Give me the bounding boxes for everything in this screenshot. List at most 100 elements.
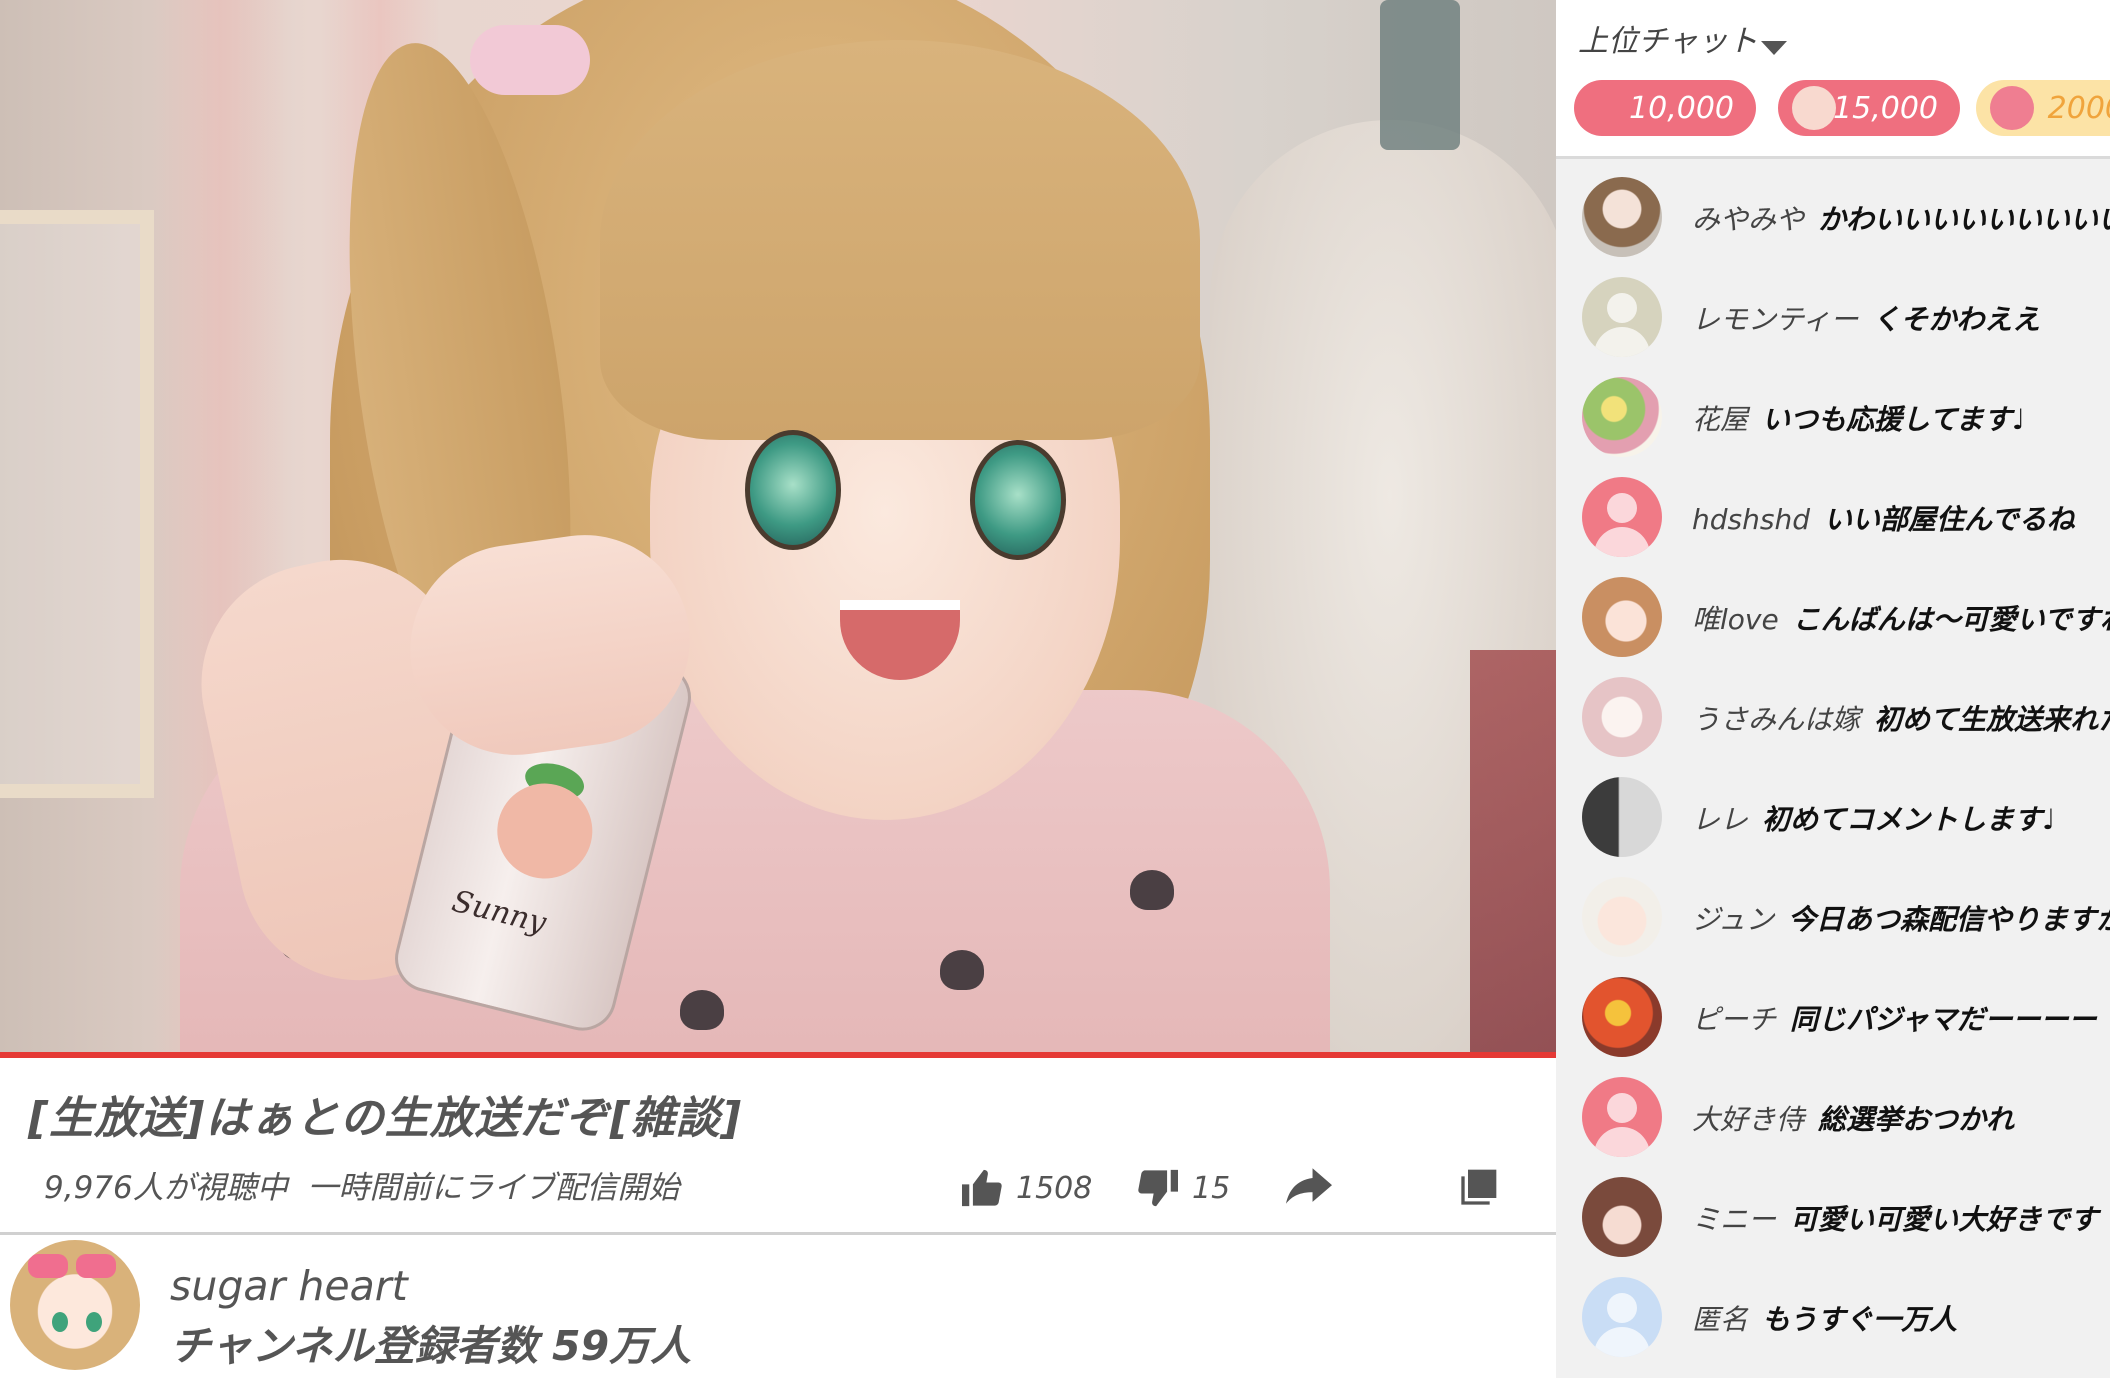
avatar	[1582, 677, 1662, 757]
character-eye	[745, 430, 841, 550]
chat-message-text: 匿名 もうすぐ一万人	[1692, 1298, 1957, 1338]
chat-text: 初めて生放送来れた	[1874, 703, 2110, 736]
chat-message[interactable]: ミニー 可愛い可愛い大好きです	[1582, 1172, 2110, 1262]
pajama-heart	[680, 990, 724, 1030]
live-progress-bar[interactable]	[0, 1052, 1556, 1058]
chat-message[interactable]: ピーチ 同じパジャマだーーーー	[1582, 972, 2110, 1062]
avatar	[1582, 1077, 1662, 1157]
stream-title: [生放送]はぁとの生放送だぞ[雑談]	[28, 1093, 742, 1144]
chat-message[interactable]: うさみんは嫁 初めて生放送来れた	[1582, 672, 2110, 762]
mannequin-stand	[1380, 0, 1460, 150]
chat-text: 可愛い可愛い大好きです	[1790, 1203, 2099, 1236]
avatar	[1990, 86, 2034, 130]
chat-author: みやみや	[1692, 203, 1805, 236]
live-chat-panel: 上位チャット 10,000 15,000 2000 みやみやかわいいいいいいいい…	[1556, 0, 2110, 1378]
superchat-ticker-item[interactable]: 10,000	[1574, 80, 1756, 136]
chat-text: 初めてコメントします♩	[1762, 803, 2056, 836]
dislike-button[interactable]: 15	[1136, 1168, 1230, 1208]
chat-message-text: 大好き侍 総選挙おつかれ	[1692, 1098, 2014, 1138]
can-label: Sunny	[448, 883, 550, 941]
video-player[interactable]: Sunny	[0, 0, 1556, 1052]
avatar	[1582, 977, 1662, 1057]
avatar	[1582, 577, 1662, 657]
heart-sunglasses-icon	[28, 1254, 68, 1278]
chat-message[interactable]: みやみや かわいいいいいいいいい	[1582, 172, 2110, 262]
avatar	[1582, 477, 1662, 557]
heart-sunglasses-icon	[76, 1254, 116, 1278]
character-bangs	[600, 40, 1200, 440]
chat-author: 匿名	[1692, 1303, 1749, 1336]
chat-message-text: ジュン 今日あつ森配信やりますか	[1692, 898, 2110, 938]
chat-message-text: うさみんは嫁 初めて生放送来れた	[1692, 698, 2110, 738]
avatar	[1582, 1277, 1662, 1357]
viewer-count: 9,976人が視聴中	[44, 1170, 288, 1206]
background-red-cloth	[1470, 650, 1556, 1052]
chat-message[interactable]: ジュン 今日あつ森配信やりますか	[1582, 872, 2110, 962]
chat-text: 今日あつ森配信やりますか	[1788, 903, 2110, 936]
stream-start-time: 一時間前にライブ配信開始	[307, 1170, 680, 1206]
stream-meta: 9,976人が視聴中 一時間前にライブ配信開始	[44, 1162, 679, 1207]
chat-author: 花屋	[1692, 403, 1749, 436]
character-scrunchie	[470, 25, 590, 95]
avatar	[1582, 1177, 1662, 1257]
dislike-count: 15	[1192, 1170, 1231, 1206]
superchat-amount: 10,000	[1629, 90, 1734, 126]
thumbs-up-icon	[960, 1168, 1004, 1208]
chat-message-text: 唯love こんばんは〜可愛いですね	[1692, 598, 2110, 638]
avatar	[1582, 177, 1662, 257]
chat-message-text: ミニー 可愛い可愛い大好きです	[1692, 1198, 2098, 1238]
superchat-ticker-item[interactable]: 15,000	[1778, 80, 1960, 136]
chevron-down-icon[interactable]	[1761, 41, 1787, 55]
channel-name[interactable]: sugar heart	[170, 1262, 408, 1310]
subscriber-count: チャンネル登録者数 59万人	[170, 1322, 692, 1370]
thumbs-down-icon	[1136, 1168, 1180, 1208]
chat-header: 上位チャット 10,000 15,000 2000	[1556, 0, 2110, 159]
share-arrow-icon	[1286, 1168, 1332, 1204]
channel-avatar[interactable]	[10, 1240, 140, 1370]
chat-message[interactable]: 匿名 もうすぐ一万人	[1582, 1272, 2110, 1362]
chat-message-text: みやみや かわいいいいいいいいい	[1692, 198, 2110, 238]
chat-text: こんばんは〜可愛いですね	[1792, 603, 2110, 636]
share-button[interactable]	[1286, 1168, 1332, 1204]
like-button[interactable]: 1508	[960, 1168, 1092, 1208]
pajama-heart	[940, 950, 984, 990]
superchat-amount: 2000	[2047, 90, 2110, 126]
chat-mode-selector[interactable]: 上位チャット	[1578, 16, 1758, 60]
chat-author: 大好き侍	[1692, 1103, 1805, 1136]
chat-text: かわいいいいいいいいい	[1818, 203, 2110, 236]
chat-author: ミニー	[1692, 1203, 1777, 1236]
background-window	[0, 210, 154, 798]
avatar-eye	[52, 1312, 68, 1332]
chat-text: いい部屋住んでるね	[1823, 503, 2075, 536]
chat-message[interactable]: レレ 初めてコメントします♩	[1582, 772, 2110, 862]
chat-message[interactable]: 花屋 いつも応援してます♩	[1582, 372, 2110, 462]
chat-author: ジュン	[1692, 903, 1775, 936]
avatar	[1792, 86, 1836, 130]
avatar	[1582, 777, 1662, 857]
can-peach	[487, 773, 603, 889]
avatar	[1582, 877, 1662, 957]
character-eye	[970, 440, 1066, 560]
chat-author: ピーチ	[1692, 1003, 1777, 1036]
chat-text: もうすぐ一万人	[1762, 1303, 1958, 1336]
superchat-ticker-item[interactable]: 2000	[1976, 80, 2110, 136]
info-divider	[0, 1232, 1556, 1235]
chat-author: 唯love	[1692, 603, 1779, 636]
chat-text: くそかわええ	[1872, 303, 2041, 336]
chat-message-text: レレ 初めてコメントします♩	[1692, 798, 2055, 838]
chat-text: 同じパジャマだーーーー	[1790, 1003, 2097, 1036]
chat-author: レレ	[1692, 803, 1749, 836]
chat-message-text: ピーチ 同じパジャマだーーーー	[1692, 998, 2097, 1038]
chat-message-text: レモンティー くそかわええ	[1692, 298, 2040, 338]
chat-message-text: hdshshd いい部屋住んでるね	[1692, 498, 2075, 538]
chat-message[interactable]: レモンティー くそかわええ	[1582, 272, 2110, 362]
chat-message[interactable]: 大好き侍 総選挙おつかれ	[1582, 1072, 2110, 1162]
avatar	[1582, 277, 1662, 357]
pajama-heart	[1130, 870, 1174, 910]
chat-text: 総選挙おつかれ	[1818, 1103, 2015, 1136]
chat-message[interactable]: hdshshd いい部屋住んでるね	[1582, 472, 2110, 562]
superchat-amount: 15,000	[1833, 90, 1938, 126]
save-to-playlist-button[interactable]	[1458, 1168, 1498, 1208]
chat-message[interactable]: 唯love こんばんは〜可愛いですね	[1582, 572, 2110, 662]
playlist-add-icon	[1458, 1168, 1498, 1208]
